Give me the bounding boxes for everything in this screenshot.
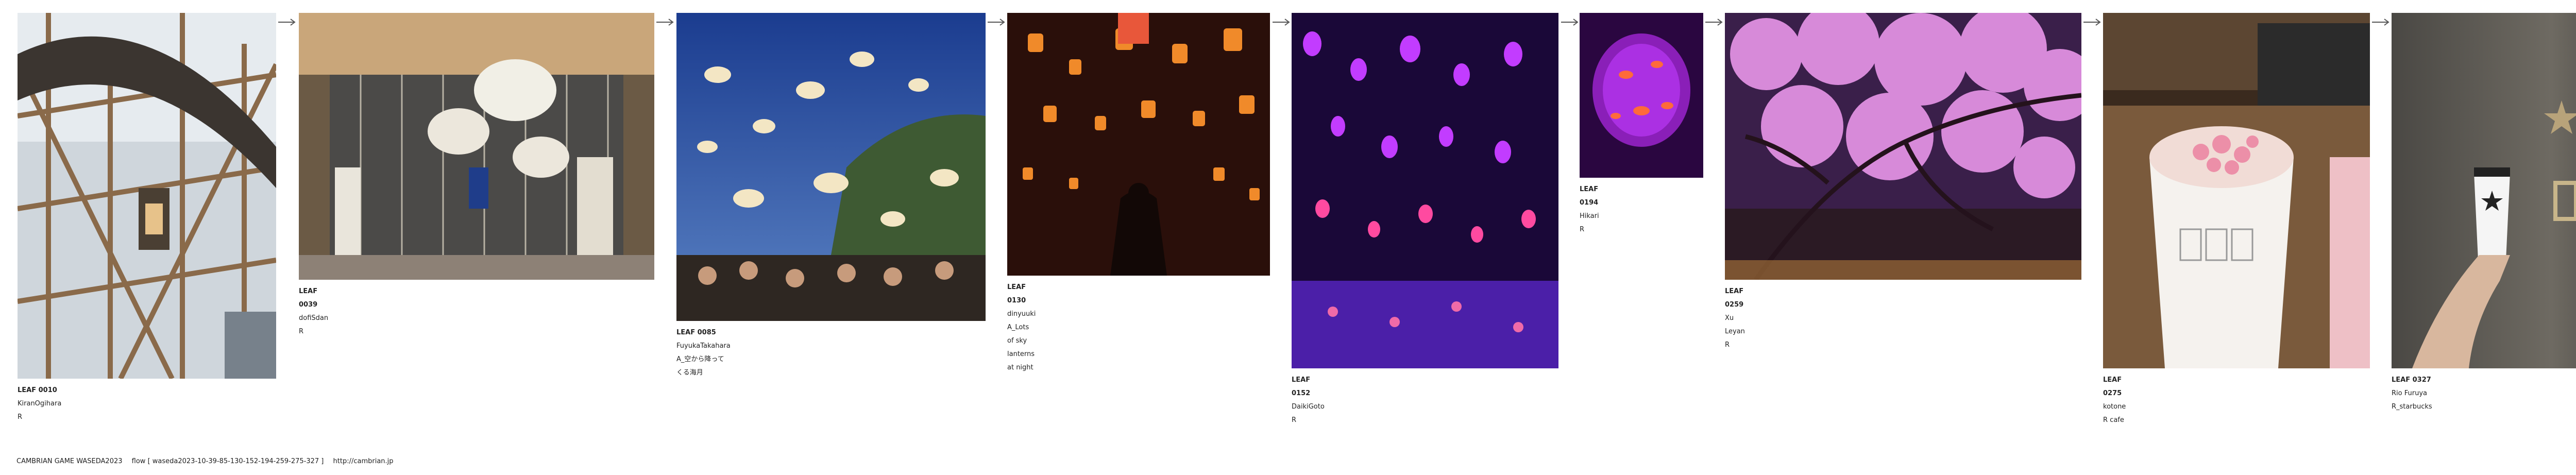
leaf-author[interactable]: Xu Leyan [1725,312,1745,338]
leaf-author[interactable]: FuyukaTakahara [676,340,731,353]
flow-arrow-icon [2372,19,2389,26]
leaf-title: R cafe [2103,416,2124,424]
leaf-id: LEAF 0010 [18,386,57,394]
leaf-title: R [1725,341,1730,349]
leaf-author[interactable]: Hikari [1580,210,1599,223]
leaf-title: R [299,328,304,335]
leaf-title: R [1292,416,1297,424]
leaf-id: LEAF 0085 [676,329,716,336]
leaf-title: A_空から降ってくる海月 [676,355,724,377]
leaf-photo-lamps[interactable] [1292,13,1558,368]
leaf-id: LEAF 0194 [1580,185,1599,207]
flow-arrow-icon [656,19,674,26]
footer: CAMBRIAN GAME WASEDA2023 flow [ waseda20… [16,457,401,465]
leaf-photo-cherry-blossom[interactable] [1725,13,2081,280]
leaf-author[interactable]: dofiSdan [299,312,328,325]
leaf-id: LEAF 0039 [299,287,318,309]
flow-arrow-icon [278,19,296,26]
leaf-id: LEAF 0152 [1292,376,1311,397]
flow-arrow-icon [1273,19,1290,26]
leaf-author[interactable]: dinyuuki [1007,308,1036,321]
leaf-title: R_starbucks [2392,403,2432,411]
leaf-photo-roller-coaster[interactable] [18,13,276,379]
leaf-author[interactable]: Rio Furuya [2392,387,2432,400]
flow-arrow-icon [1705,19,1723,26]
leaf-photo-jellyfish[interactable] [676,13,986,321]
leaf-id: LEAF 0327 [2392,376,2431,384]
leaf-photo-sky-lanterns[interactable] [1007,13,1270,276]
leaf-title: R [18,413,23,421]
leaf-title: A_Lots of sky lanterns at night [1007,324,1035,371]
flow-arrow-icon [1561,19,1579,26]
footer-url[interactable]: http://cambrian.jp [333,457,394,465]
leaf-photo-starbucks-cup[interactable] [2392,13,2576,368]
leaf-author[interactable]: kotone [2103,400,2126,414]
leaf-photo-sakura-drink[interactable] [2103,13,2370,368]
flow-arrow-icon [2083,19,2101,26]
flow-arrow-icon [988,19,1005,26]
leaf-id: LEAF 0130 [1007,283,1026,304]
leaf-id: LEAF 0259 [1725,287,1744,309]
leaf-author[interactable]: DaikiGoto [1292,400,1325,414]
footer-brand: CAMBRIAN GAME WASEDA2023 [16,457,123,465]
leaf-id: LEAF 0275 [2103,376,2122,397]
leaf-photo-goldfish[interactable] [1580,13,1703,178]
leaf-photo-chandelier[interactable] [299,13,654,280]
footer-flow: flow [ waseda2023-10-39-85-130-152-194-2… [131,457,324,465]
leaf-title: R [1580,226,1585,233]
leaf-author[interactable]: KiranOgihara [18,397,61,411]
